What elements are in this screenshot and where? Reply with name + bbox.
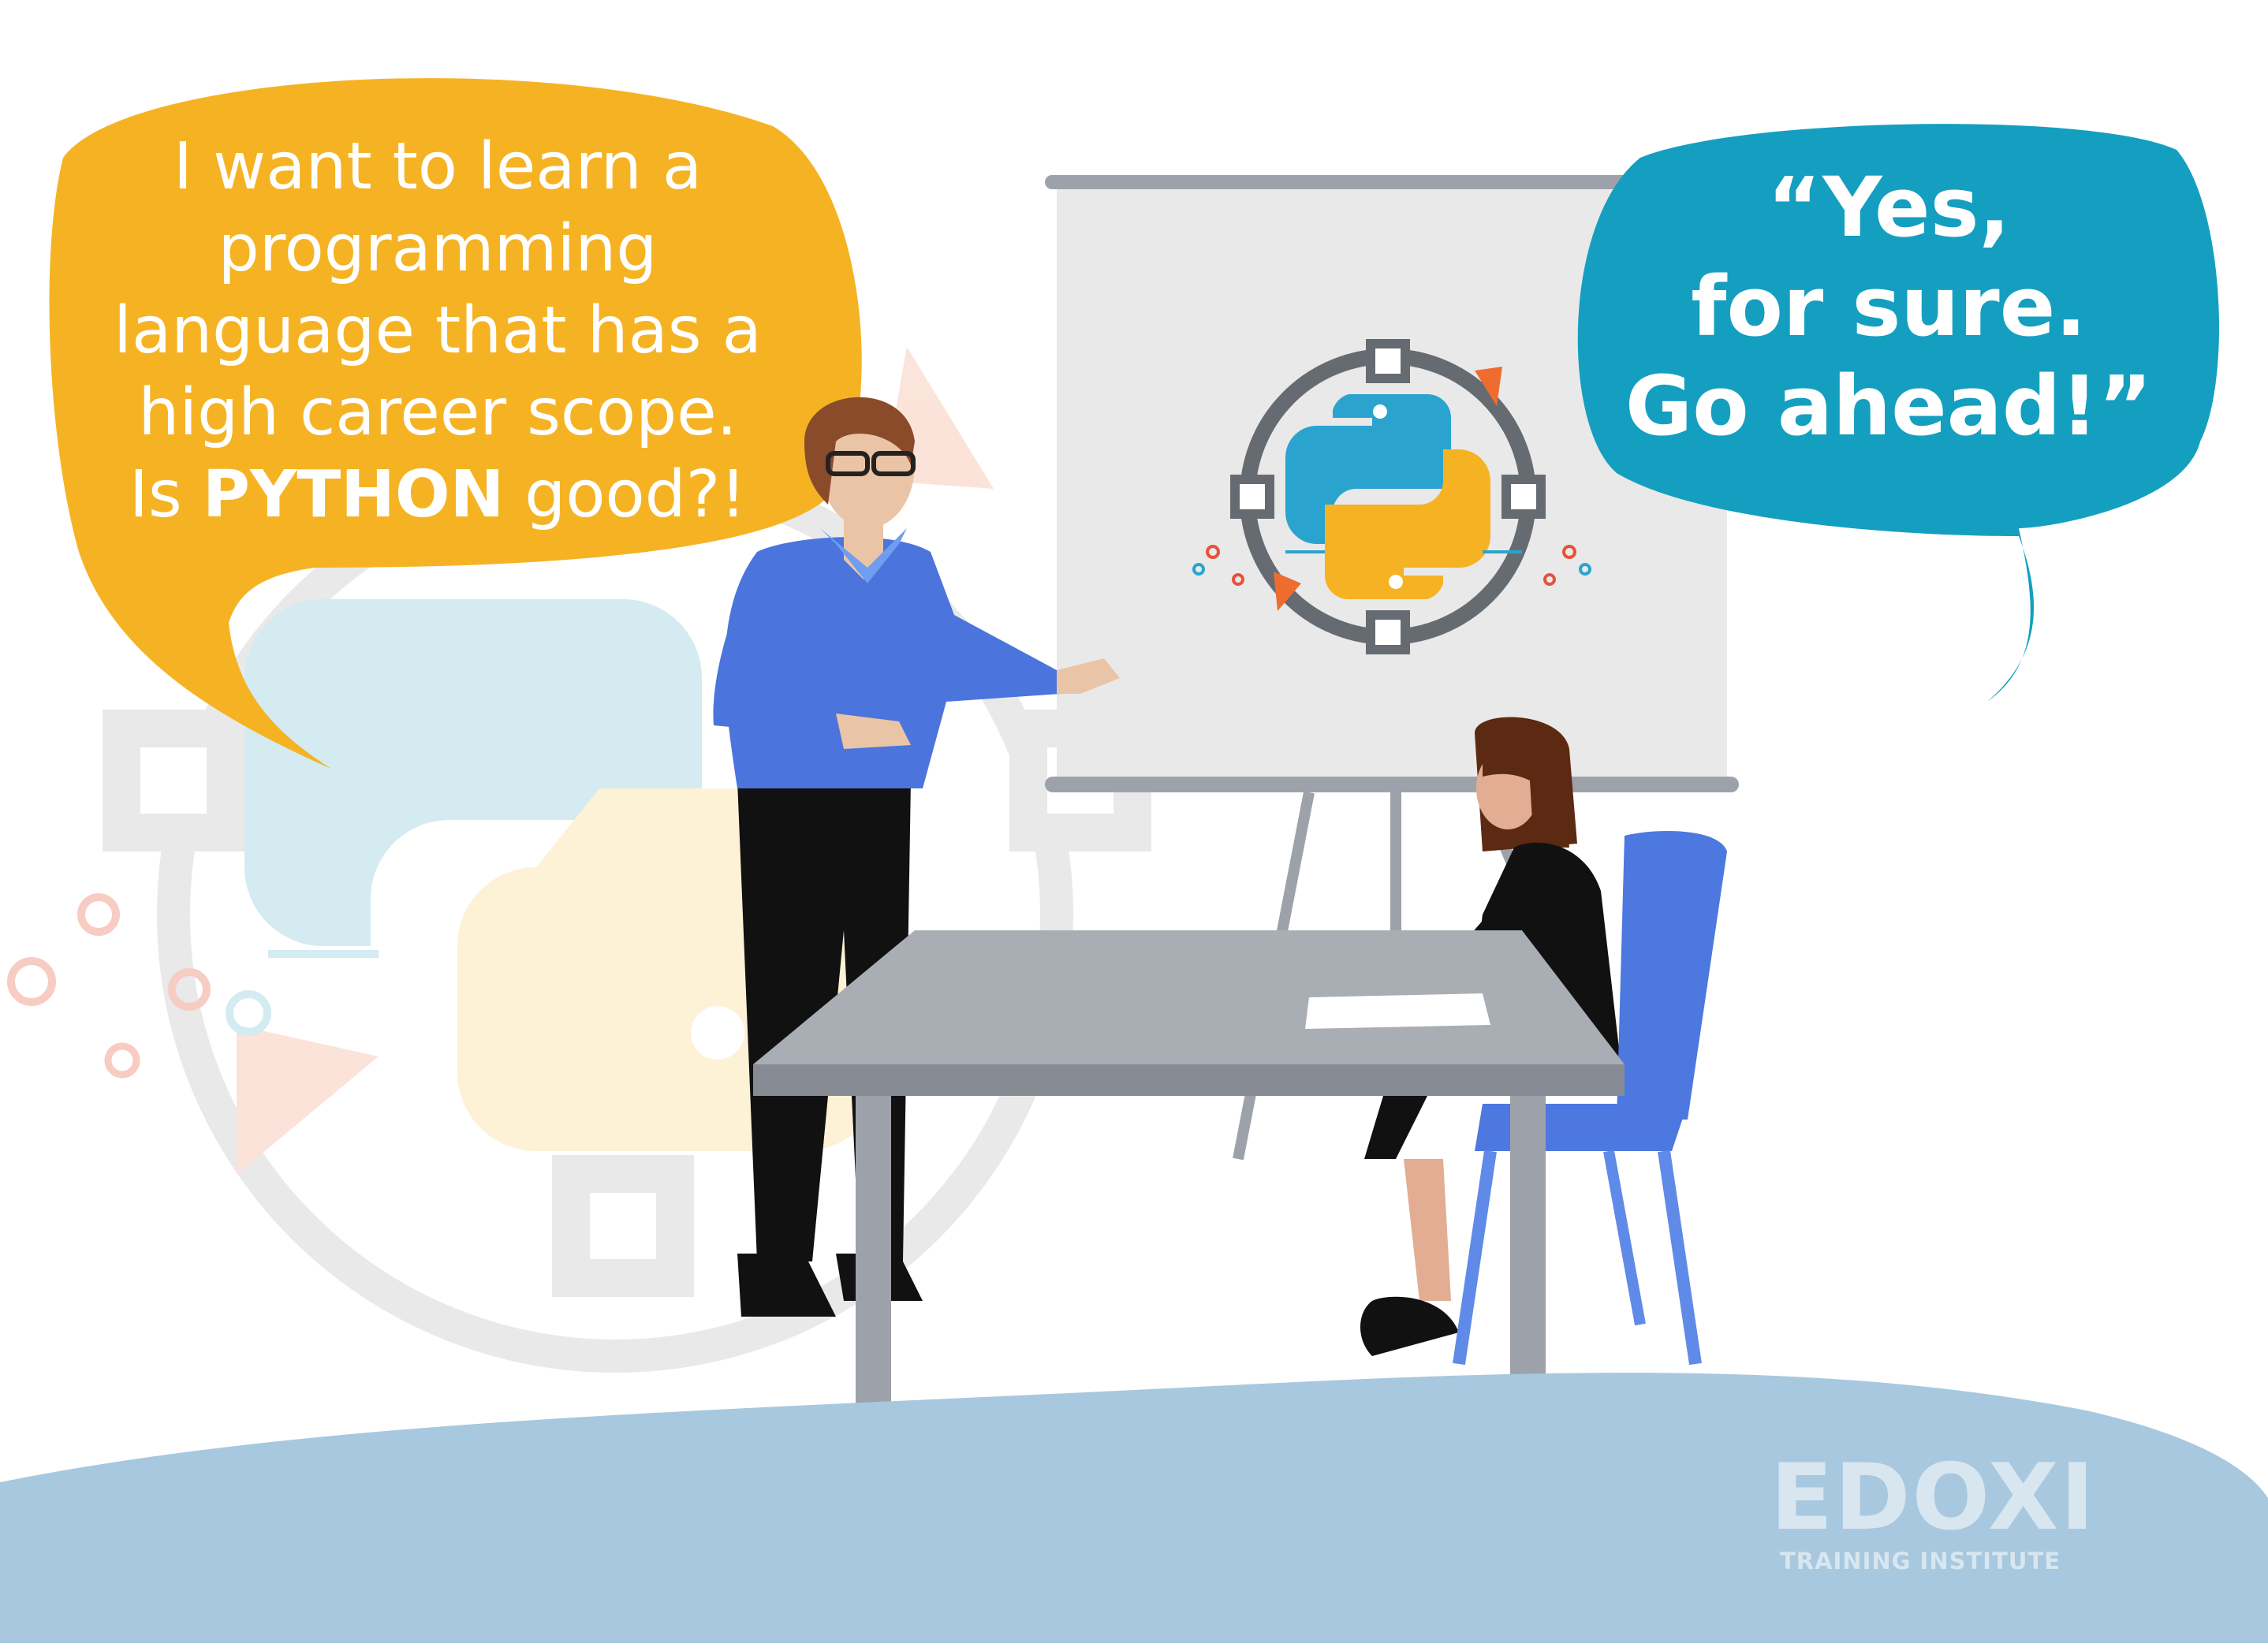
left-speech-question: Is PYTHON good?! [71,454,804,536]
left-speech-line: programming [218,211,658,286]
python-emphasis: PYTHON [202,457,505,532]
right-speech-text: “Yes, for sure. Go ahead!” [1601,158,2177,456]
right-speech-line: for sure. [1691,259,2087,355]
question-prefix: Is [129,457,203,532]
left-speech-text: I want to learn a programming language t… [71,126,804,536]
right-speech-line: “Yes, [1767,159,2010,255]
left-speech-line: language that has a [114,293,762,368]
table [753,930,1625,1427]
logo-tagline-text: TRAINING INSTITUTE [1779,1548,2061,1574]
edoxi-logo: EDOXI TRAINING INSTITUTE [1770,1444,2096,1577]
question-suffix: good?! [504,457,747,532]
logo-brand-text: EDOXI [1770,1444,2096,1551]
left-speech-line: high career scope. [138,375,737,450]
right-speech-line: Go ahead!” [1625,358,2153,454]
left-speech-line: I want to learn a [173,129,703,204]
